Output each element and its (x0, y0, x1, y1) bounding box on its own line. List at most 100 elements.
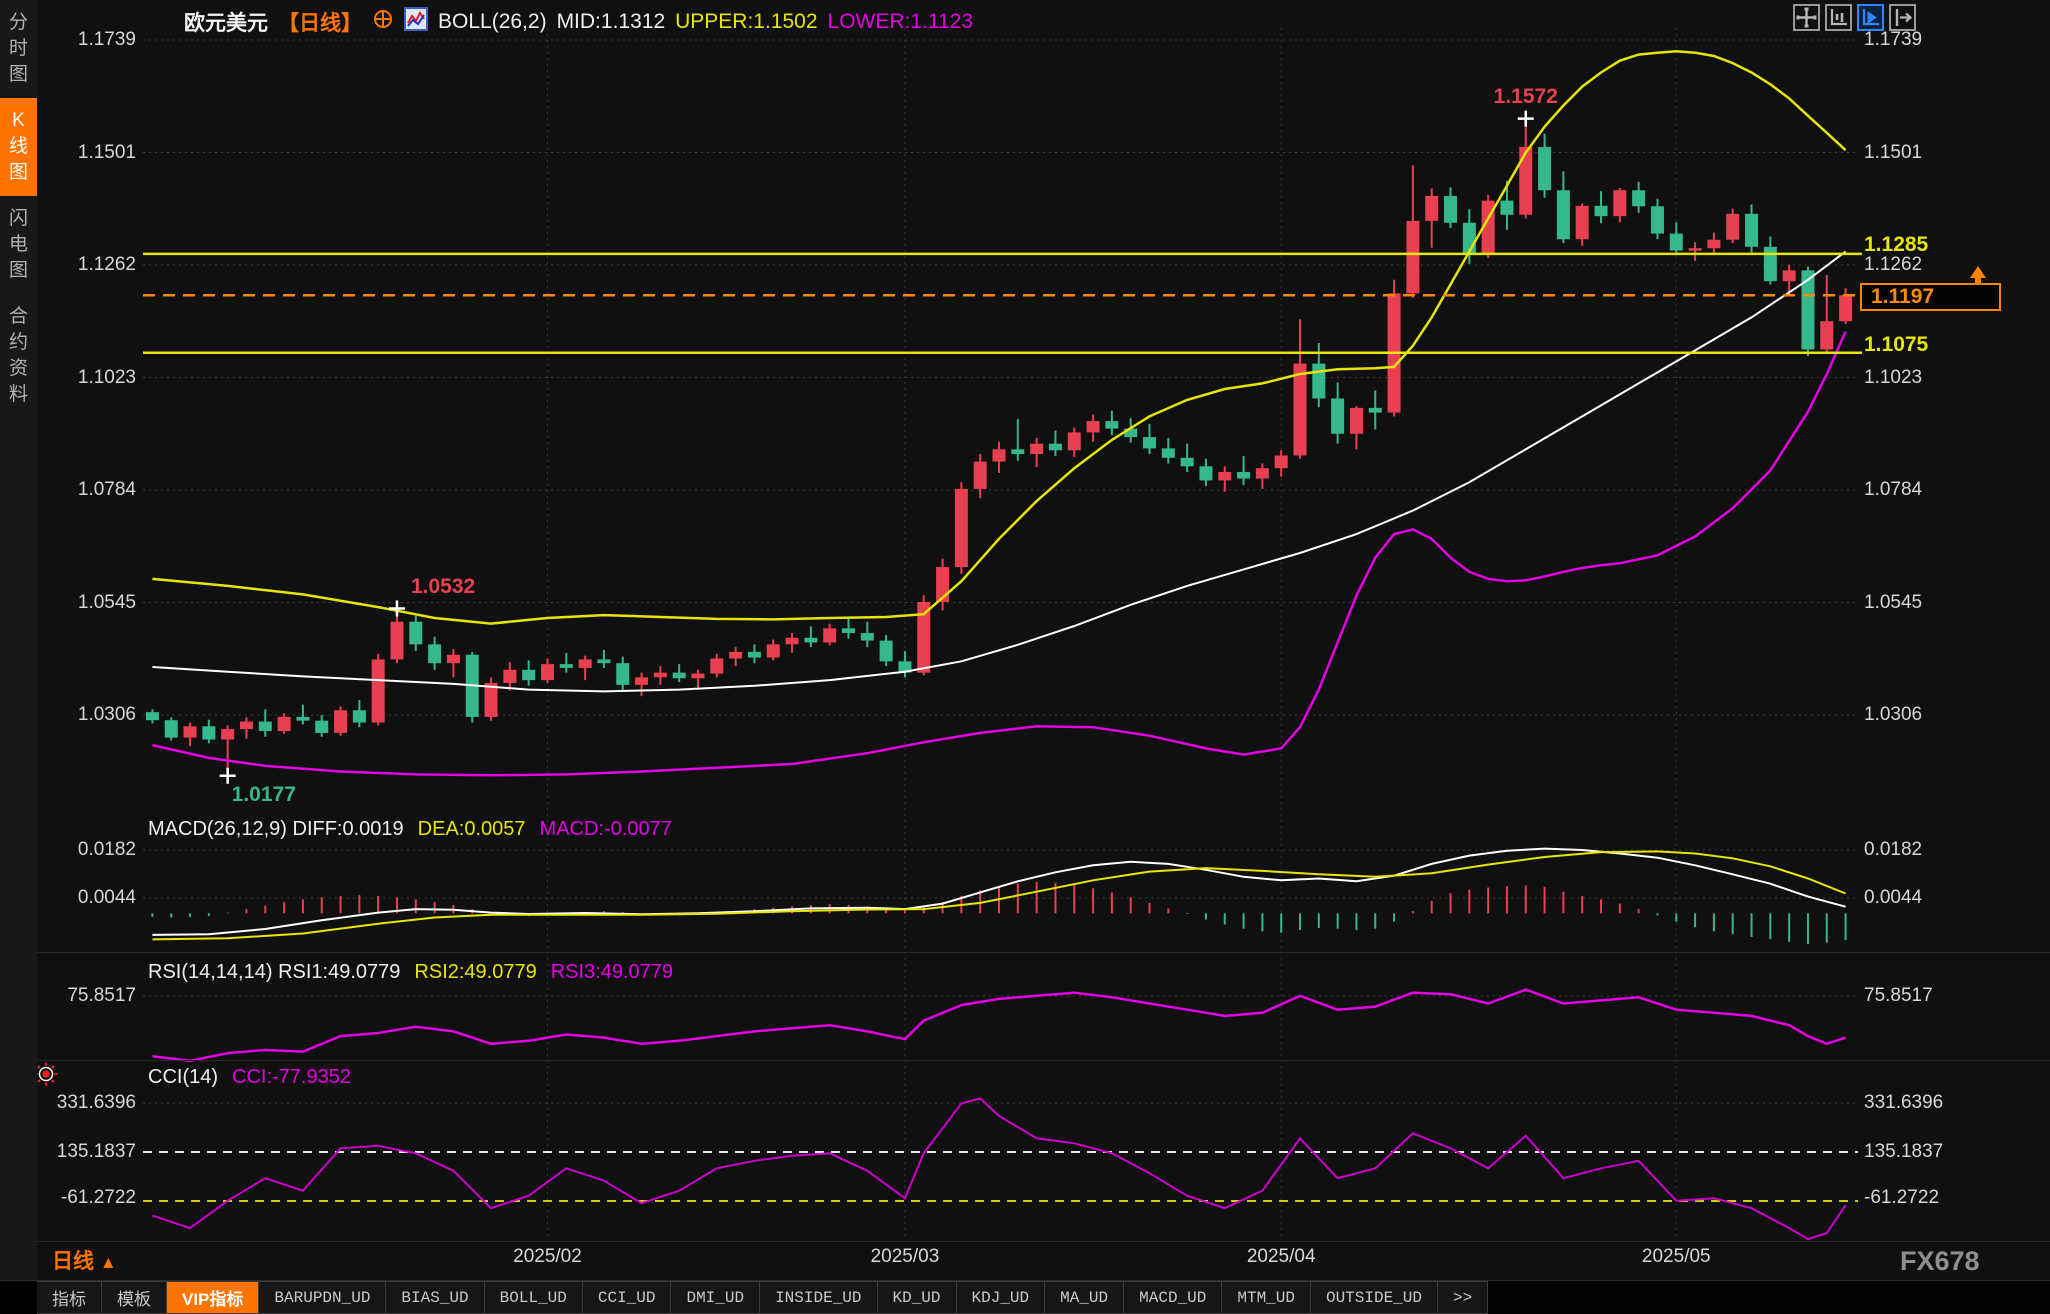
chart-header: 欧元美元 【日线】 BOLL(26,2) MID:1.1312 UPPER:1.… (184, 7, 973, 37)
tab-[interactable]: >> (1438, 1281, 1488, 1314)
sidebar-item-4[interactable]: 合 约 资 料 (0, 294, 37, 418)
axis-label: 331.6396 (36, 1092, 136, 1114)
main-chart-canvas[interactable] (0, 0, 2050, 1314)
symbol-name: 欧元美元 (184, 7, 268, 37)
axis-label: 135.1837 (1864, 1141, 1943, 1163)
tab-outsideud[interactable]: OUTSIDE_UD (1311, 1281, 1438, 1314)
rsi-panel (152, 990, 1845, 1061)
macd-header: MACD(26,12,9) DIFF:0.0019 DEA:0.0057 MAC… (148, 818, 672, 841)
tab-vip[interactable]: VIP指标 (167, 1281, 259, 1314)
tab-kdud[interactable]: KD_UD (878, 1281, 957, 1314)
boll-lower-value: LOWER:1.1123 (828, 10, 974, 34)
axis-label: 1.1023 (36, 367, 136, 389)
tab-[interactable]: 指标 (37, 1281, 102, 1314)
boll-upper-value: UPPER:1.1502 (675, 10, 817, 34)
chart-toolbar (1793, 4, 1916, 31)
sidebar: 分 时 图K 线 图闪 电 图合 约 资 料 (0, 0, 37, 1281)
axis-label: 1.1739 (36, 29, 136, 51)
boll-label: BOLL(26,2) (438, 10, 547, 34)
rsi-header: RSI(14,14,14) RSI1:49.0779 RSI2:49.0779 … (148, 961, 673, 984)
tab-barupdnud[interactable]: BARUPDN_UD (259, 1281, 386, 1314)
axis-label: 1.1739 (1864, 29, 1922, 51)
x-axis-month-label: 2025/02 (497, 1246, 597, 1268)
tab-[interactable]: 模板 (102, 1281, 167, 1314)
axis-label: 1.0545 (36, 592, 136, 614)
axis-label: 1.1262 (36, 254, 136, 276)
axis-label: 1.0784 (36, 479, 136, 501)
play-axis-icon[interactable] (1857, 4, 1884, 31)
cci-panel (152, 1098, 1845, 1239)
axis-label: 0.0182 (36, 839, 136, 861)
axis-label: 1.0306 (36, 704, 136, 726)
tab-macdud[interactable]: MACD_UD (1124, 1281, 1222, 1314)
bollinger-bands (152, 51, 1845, 775)
axis-label: 1.1262 (1864, 254, 1922, 276)
axis-label: 75.8517 (1864, 985, 1933, 1007)
level-lines (143, 254, 1986, 353)
tab-dmiud[interactable]: DMI_UD (671, 1281, 760, 1314)
mini-chart-icon[interactable] (404, 7, 428, 37)
axis-label: 1.0545 (1864, 592, 1922, 614)
current-price-box: 1.1197 (1860, 283, 2001, 311)
timeframe-selector[interactable]: 日线 ▲ (52, 1245, 117, 1275)
tab-maud[interactable]: MA_UD (1045, 1281, 1124, 1314)
panel-divider (37, 1060, 2050, 1061)
macd-diff-value: DIFF:0.0019 (293, 818, 404, 840)
panel-divider (37, 952, 2050, 953)
macd-macd-value: MACD:-0.0077 (540, 818, 672, 841)
panel-divider (37, 1241, 2050, 1242)
rsi3-value: RSI3:49.0779 (551, 961, 673, 984)
tab-cciud[interactable]: CCI_UD (583, 1281, 672, 1314)
axis-label: 75.8517 (36, 985, 136, 1007)
price-annotation: 1.0532 (411, 575, 475, 599)
period-tag[interactable]: 【日线】 (278, 7, 362, 37)
caret-up-icon: ▲ (100, 1253, 117, 1272)
pan-end-icon[interactable] (1889, 4, 1916, 31)
cci-title: CCI(14) (148, 1066, 218, 1089)
indicator-tab-bar: 指标模板VIP指标BARUPDN_UDBIAS_UDBOLL_UDCCI_UDD… (0, 1280, 2050, 1314)
macd-dea-value: DEA:0.0057 (418, 818, 526, 841)
axis-label: 0.0044 (1864, 887, 1922, 909)
chart-app: 分 时 图K 线 图闪 电 图合 约 资 料 欧元美元 【日线】 BOLL(26… (0, 0, 2050, 1314)
axis-label: 0.0044 (36, 887, 136, 909)
rsi1-value: RSI1:49.0779 (278, 961, 400, 983)
cci-header: CCI(14) CCI:-77.9352 (148, 1066, 351, 1089)
sidebar-item-1[interactable]: 分 时 图 (0, 0, 37, 98)
macd-title: MACD(26,12,9) (148, 818, 287, 840)
sidebar-item-2[interactable]: K 线 图 (0, 98, 37, 196)
axis-label: 1.1501 (1864, 142, 1922, 164)
x-axis-month-label: 2025/04 (1231, 1246, 1331, 1268)
boll-mid-value: MID:1.1312 (557, 10, 666, 34)
tab-bollud[interactable]: BOLL_UD (485, 1281, 583, 1314)
alert-sun-icon[interactable] (34, 1062, 58, 1091)
resistance-level-label: 1.1285 (1864, 233, 1928, 257)
axis-label: 1.0784 (1864, 479, 1922, 501)
x-axis-month-label: 2025/03 (855, 1246, 955, 1268)
axis-label: 1.0306 (1864, 704, 1922, 726)
rsi-title: RSI(14,14,14) (148, 961, 273, 983)
crosshair-icon[interactable] (1793, 4, 1820, 31)
support-level-label: 1.1075 (1864, 333, 1928, 357)
price-marker-cross-icon (1518, 111, 1534, 127)
candles-group (146, 119, 1852, 776)
sidebar-item-3[interactable]: 闪 电 图 (0, 196, 37, 294)
scale-axis-icon[interactable] (1825, 4, 1852, 31)
tab-mtmud[interactable]: MTM_UD (1222, 1281, 1311, 1314)
watermark: FX678 (1900, 1246, 1980, 1277)
axis-label: -61.2722 (1864, 1187, 1939, 1209)
tab-biasud[interactable]: BIAS_UD (386, 1281, 484, 1314)
x-axis-month-label: 2025/05 (1626, 1246, 1726, 1268)
macd-panel (152, 849, 1845, 944)
target-plus-icon[interactable] (372, 8, 394, 36)
axis-label: 135.1837 (36, 1141, 136, 1163)
axis-label: 0.0182 (1864, 839, 1922, 861)
tab-insideud[interactable]: INSIDE_UD (760, 1281, 877, 1314)
price-annotation: 1.1572 (1486, 85, 1566, 109)
tabbar-spacer (0, 1281, 37, 1314)
price-marker-cross-icon (220, 768, 236, 784)
cci-value: CCI:-77.9352 (232, 1066, 351, 1089)
rsi2-value: RSI2:49.0779 (414, 961, 536, 984)
tab-kdjud[interactable]: KDJ_UD (957, 1281, 1046, 1314)
axis-label: 331.6396 (1864, 1092, 1943, 1114)
price-annotation: 1.0177 (232, 783, 296, 807)
